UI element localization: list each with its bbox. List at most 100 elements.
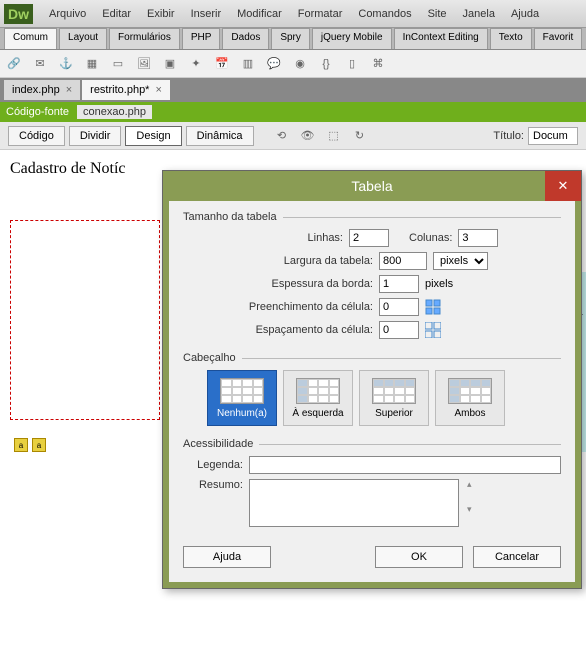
width-unit-select[interactable]: pixels <box>433 252 488 270</box>
app-logo: Dw <box>4 4 33 24</box>
summary-textarea[interactable] <box>249 479 459 527</box>
caption-input[interactable] <box>249 456 561 474</box>
scroll-up-icon[interactable]: ▴ <box>467 479 472 490</box>
tab-formularios[interactable]: Formulários <box>109 28 180 49</box>
header-top-option[interactable]: Superior <box>359 370 429 426</box>
tab-layout[interactable]: Layout <box>59 28 107 49</box>
filetab-label: restrito.php* <box>90 84 149 96</box>
live-code-icon[interactable]: ⟲ <box>272 126 292 146</box>
filetab-index[interactable]: index.php × <box>4 80 80 100</box>
menu-arquivo[interactable]: Arquivo <box>41 4 94 24</box>
tab-comum[interactable]: Comum <box>4 28 57 49</box>
insert-category-tabs: Comum Layout Formulários PHP Dados Spry … <box>0 28 586 50</box>
script-icon[interactable]: {} <box>316 54 336 74</box>
dialog-title: Tabela <box>351 178 392 194</box>
width-input[interactable] <box>379 252 427 270</box>
widget-icon[interactable]: ✦ <box>186 54 206 74</box>
hyperlink-icon[interactable]: 🔗 <box>4 54 24 74</box>
inspect-icon[interactable]: 👁 <box>298 126 318 146</box>
accessibility-group: Acessibilidade Legenda: Resumo: ▴ ▾ <box>183 438 561 532</box>
menu-editar[interactable]: Editar <box>94 4 139 24</box>
header-both-option[interactable]: Ambos <box>435 370 505 426</box>
menu-formatar[interactable]: Formatar <box>290 4 351 24</box>
anchor-marker-icon[interactable]: a <box>14 438 28 452</box>
header-option-label: Nenhum(a) <box>217 408 267 419</box>
view-design-button[interactable]: Design <box>125 126 181 146</box>
summary-label: Resumo: <box>183 479 243 491</box>
menu-exibir[interactable]: Exibir <box>139 4 183 24</box>
cols-input[interactable] <box>458 229 498 247</box>
padding-input[interactable] <box>379 298 419 316</box>
help-button[interactable]: Ajuda <box>183 546 271 568</box>
dialog-titlebar: Tabela ✕ <box>163 171 581 201</box>
title-input[interactable] <box>528 127 578 145</box>
caption-label: Legenda: <box>183 459 243 471</box>
cell-padding-icon <box>425 299 441 315</box>
dialog-close-button[interactable]: ✕ <box>545 171 581 201</box>
spacing-input[interactable] <box>379 321 419 339</box>
close-icon[interactable]: × <box>66 84 72 96</box>
width-label: Largura da tabela: <box>183 255 373 267</box>
table-size-group: Tamanho da tabela Linhas: Colunas: Largu… <box>183 211 561 344</box>
spacing-label: Espaçamento da célula: <box>183 324 373 336</box>
access-legend: Acessibilidade <box>183 438 253 450</box>
cols-label: Colunas: <box>409 232 452 244</box>
menu-ajuda[interactable]: Ajuda <box>503 4 547 24</box>
date-icon[interactable]: 📅 <box>212 54 232 74</box>
media-icon[interactable]: ▣ <box>160 54 180 74</box>
cell-spacing-icon <box>425 322 441 338</box>
menubar: Dw Arquivo Editar Exibir Inserir Modific… <box>0 0 586 28</box>
document-toolbar: Código Dividir Design Dinâmica ⟲ 👁 ⬚ ↻ T… <box>0 122 586 150</box>
border-unit: pixels <box>425 278 453 290</box>
insert-iconbar: 🔗 ✉ ⚓ ▦ ▭ 🖼 ▣ ✦ 📅 ▥ 💬 ◉ {} ▯ ⌘ <box>0 50 586 78</box>
border-label: Espessura da borda: <box>183 278 373 290</box>
anchor-marker-icon[interactable]: a <box>32 438 46 452</box>
header-option-label: À esquerda <box>292 408 343 419</box>
title-label: Título: <box>493 130 524 142</box>
tab-incontext[interactable]: InContext Editing <box>394 28 488 49</box>
browser-icon[interactable]: ⬚ <box>324 126 344 146</box>
header-option-label: Ambos <box>454 408 485 419</box>
tag-icon[interactable]: ⌘ <box>368 54 388 74</box>
header-option-label: Superior <box>375 408 413 419</box>
tab-favoritos[interactable]: Favorit <box>534 28 583 49</box>
ok-button[interactable]: OK <box>375 546 463 568</box>
view-split-button[interactable]: Dividir <box>69 126 122 146</box>
email-icon[interactable]: ✉ <box>30 54 50 74</box>
comment-icon[interactable]: 💬 <box>264 54 284 74</box>
filetab-restrito[interactable]: restrito.php* × <box>82 80 170 100</box>
header-left-option[interactable]: À esquerda <box>283 370 353 426</box>
cancel-button[interactable]: Cancelar <box>473 546 561 568</box>
tab-dados[interactable]: Dados <box>222 28 269 49</box>
close-icon[interactable]: × <box>155 84 161 96</box>
view-code-button[interactable]: Código <box>8 126 65 146</box>
selection-outline <box>10 220 160 420</box>
related-files-bar: Código-fonte conexao.php <box>0 102 586 122</box>
header-none-option[interactable]: Nenhum(a) <box>207 370 277 426</box>
table-icon[interactable]: ▦ <box>82 54 102 74</box>
head-icon[interactable]: ◉ <box>290 54 310 74</box>
image-icon[interactable]: 🖼 <box>134 54 154 74</box>
tab-jquery[interactable]: jQuery Mobile <box>312 28 392 49</box>
server-icon[interactable]: ▥ <box>238 54 258 74</box>
tab-spry[interactable]: Spry <box>271 28 310 49</box>
tab-texto[interactable]: Texto <box>490 28 532 49</box>
scroll-down-icon[interactable]: ▾ <box>467 504 472 515</box>
menu-janela[interactable]: Janela <box>455 4 503 24</box>
border-input[interactable] <box>379 275 419 293</box>
related-file[interactable]: conexao.php <box>77 105 152 119</box>
anchor-icon[interactable]: ⚓ <box>56 54 76 74</box>
div-icon[interactable]: ▭ <box>108 54 128 74</box>
source-code-button[interactable]: Código-fonte <box>6 106 69 118</box>
menu-modificar[interactable]: Modificar <box>229 4 290 24</box>
tab-php[interactable]: PHP <box>182 28 221 49</box>
view-live-button[interactable]: Dinâmica <box>186 126 254 146</box>
menu-comandos[interactable]: Comandos <box>350 4 419 24</box>
rows-input[interactable] <box>349 229 389 247</box>
refresh-icon[interactable]: ↻ <box>350 126 370 146</box>
menu-site[interactable]: Site <box>420 4 455 24</box>
menu-inserir[interactable]: Inserir <box>183 4 230 24</box>
header-legend: Cabeçalho <box>183 352 236 364</box>
invisible-elements: a a <box>14 438 46 452</box>
templates-icon[interactable]: ▯ <box>342 54 362 74</box>
